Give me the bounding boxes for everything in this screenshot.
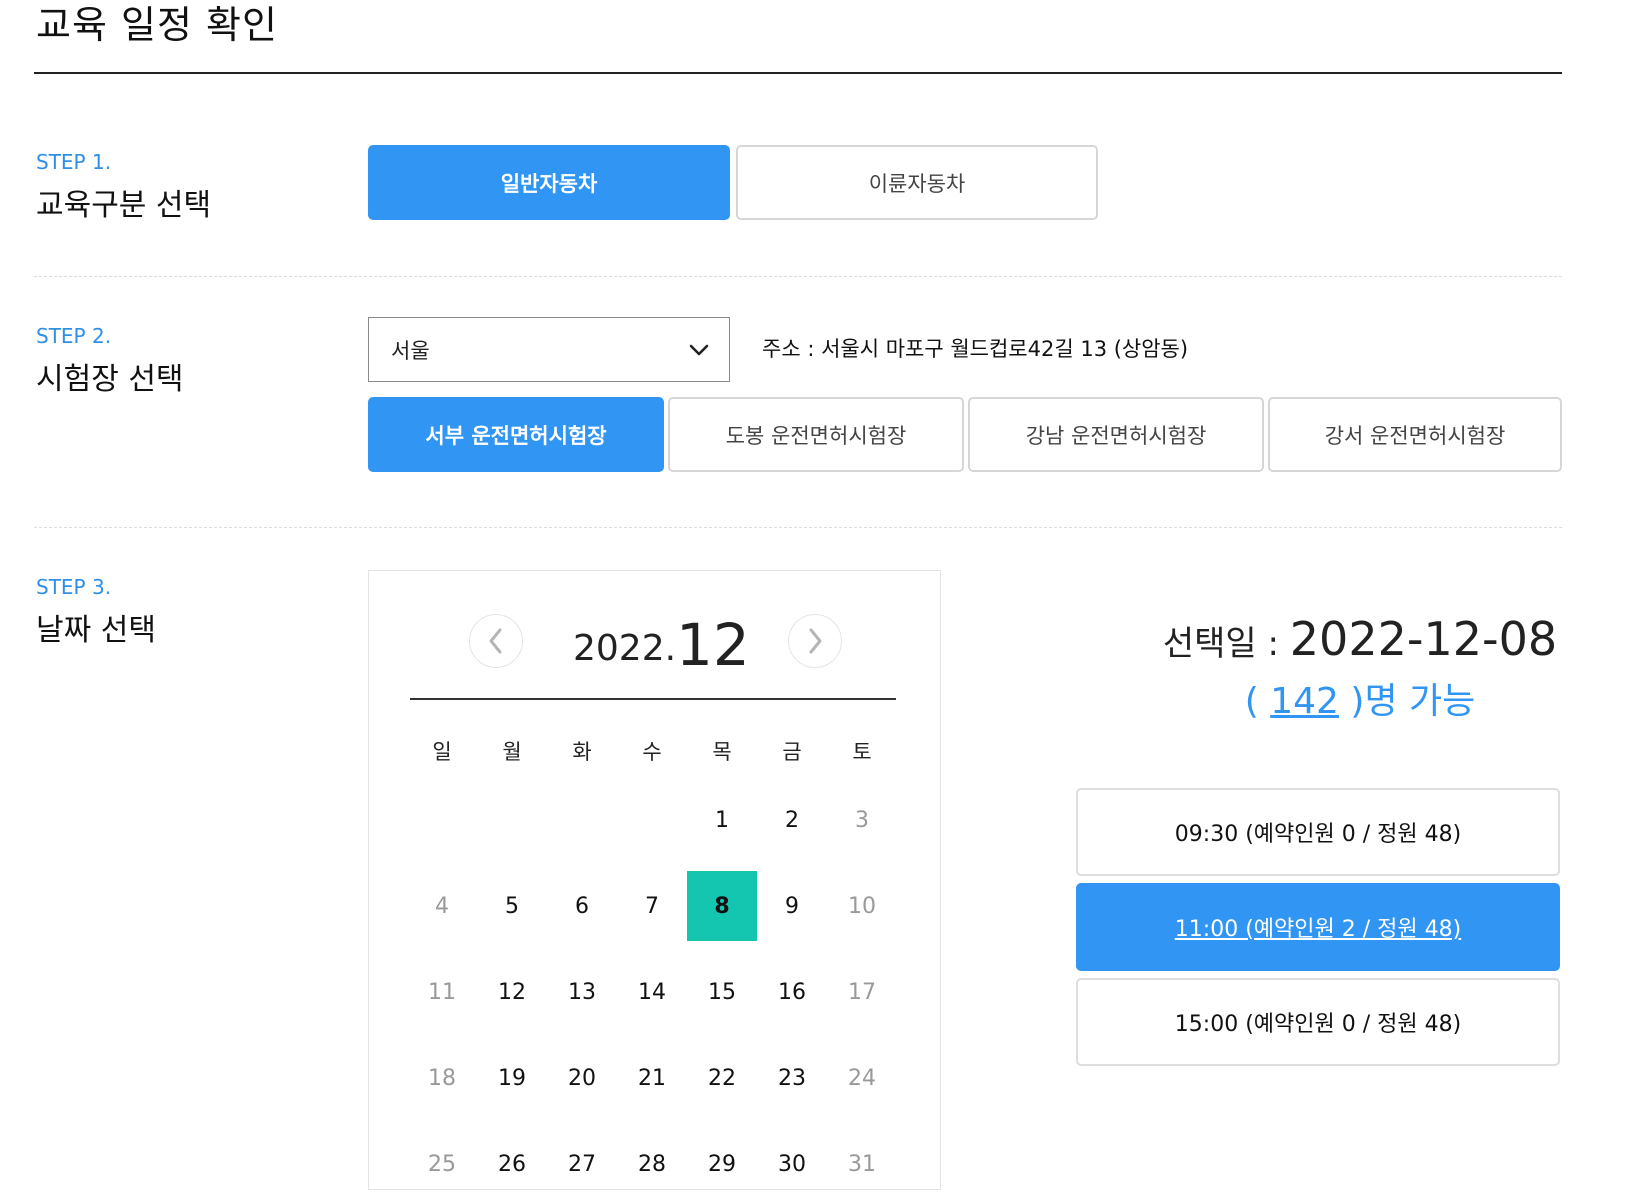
- calendar-day[interactable]: 22: [687, 1043, 757, 1113]
- calendar-day[interactable]: 29: [687, 1129, 757, 1199]
- calendar-day[interactable]: 9: [757, 871, 827, 941]
- step3-label: STEP 3.: [36, 575, 112, 599]
- calendar-day[interactable]: 5: [477, 871, 547, 941]
- calendar-day[interactable]: 23: [757, 1043, 827, 1113]
- availability-open: (: [1244, 681, 1271, 722]
- category-motorcycle-button[interactable]: 이륜자동차: [736, 145, 1098, 220]
- calendar-day[interactable]: 2: [757, 785, 827, 855]
- step2-title: 시험장 선택: [36, 362, 184, 397]
- chevron-right-icon: [809, 628, 822, 654]
- calendar-day[interactable]: 20: [547, 1043, 617, 1113]
- selected-date-label: 선택일 :: [1162, 624, 1290, 664]
- selected-date: 선택일 : 2022-12-08: [1080, 612, 1639, 666]
- weekday-label: 월: [502, 740, 522, 764]
- next-month-button[interactable]: [788, 614, 842, 668]
- calendar-day[interactable]: 7: [617, 871, 687, 941]
- calendar-day[interactable]: 26: [477, 1129, 547, 1199]
- step3-title: 날짜 선택: [36, 613, 156, 648]
- center-gangnam-button[interactable]: 강남 운전면허시험장: [968, 397, 1264, 472]
- availability-count[interactable]: 142: [1270, 681, 1339, 722]
- calendar-day[interactable]: 16: [757, 957, 827, 1027]
- region-select[interactable]: 서울: [368, 317, 730, 382]
- calendar-day[interactable]: 19: [477, 1043, 547, 1113]
- calendar-day[interactable]: 11: [407, 957, 477, 1027]
- region-select-value: 서울: [391, 338, 430, 363]
- chevron-down-icon: [689, 344, 709, 356]
- step2-label: STEP 2.: [36, 324, 112, 348]
- calendar-day[interactable]: 14: [617, 957, 687, 1027]
- calendar-month: 12: [676, 611, 750, 679]
- center-gangseo-button[interactable]: 강서 운전면허시험장: [1268, 397, 1562, 472]
- selected-date-value: 2022-12-08: [1289, 612, 1558, 666]
- time-slot-0930[interactable]: 09:30 (예약인원 0 / 정원 48): [1076, 788, 1560, 876]
- weekday-label: 목: [712, 740, 732, 764]
- calendar-day[interactable]: 28: [617, 1129, 687, 1199]
- section-divider: [34, 276, 1562, 277]
- category-general-car-button[interactable]: 일반자동차: [368, 145, 730, 220]
- calendar-day[interactable]: 3: [827, 785, 897, 855]
- calendar-day[interactable]: 15: [687, 957, 757, 1027]
- weekday-label: 일: [432, 740, 452, 764]
- availability-suffix: )명 가능: [1338, 681, 1476, 722]
- address-text: 주소 : 서울시 마포구 월드컵로42길 13 (상암동): [762, 337, 1189, 361]
- calendar-day[interactable]: 10: [827, 871, 897, 941]
- time-slot-1500[interactable]: 15:00 (예약인원 0 / 정원 48): [1076, 978, 1560, 1066]
- step1-title: 교육구분 선택: [36, 188, 212, 223]
- calendar-day[interactable]: 8: [687, 871, 757, 941]
- time-slot-1100[interactable]: 11:00 (예약인원 2 / 정원 48): [1076, 883, 1560, 971]
- weekday-label: 수: [642, 740, 662, 764]
- section-divider: [34, 527, 1562, 528]
- calendar-day[interactable]: 12: [477, 957, 547, 1027]
- calendar-day[interactable]: 31: [827, 1129, 897, 1199]
- calendar-header-divider: [410, 698, 896, 700]
- calendar-day[interactable]: 4: [407, 871, 477, 941]
- prev-month-button[interactable]: [469, 614, 523, 668]
- calendar-year: 2022.: [573, 628, 677, 669]
- weekday-label: 토: [852, 740, 872, 764]
- calendar-day[interactable]: 17: [827, 957, 897, 1027]
- calendar-day[interactable]: 1: [687, 785, 757, 855]
- chevron-left-icon: [489, 628, 502, 654]
- title-divider: [34, 72, 1562, 74]
- calendar-day[interactable]: 30: [757, 1129, 827, 1199]
- availability: ( 142 )명 가능: [1080, 672, 1639, 724]
- calendar: 2022. 12 일월화수목금토 1 2 3 4 5 6 7 8 9 10 11 12 13 14 15 16…: [368, 570, 941, 1190]
- calendar-day[interactable]: 21: [617, 1043, 687, 1113]
- calendar-day[interactable]: 18: [407, 1043, 477, 1113]
- calendar-day[interactable]: 6: [547, 871, 617, 941]
- center-dobong-button[interactable]: 도봉 운전면허시험장: [668, 397, 964, 472]
- page-title: 교육 일정 확인: [36, 3, 278, 47]
- calendar-day[interactable]: 13: [547, 957, 617, 1027]
- weekday-label: 화: [572, 740, 592, 764]
- step1-label: STEP 1.: [36, 150, 112, 174]
- center-seobu-button[interactable]: 서부 운전면허시험장: [368, 397, 664, 472]
- calendar-day[interactable]: 27: [547, 1129, 617, 1199]
- calendar-day[interactable]: 25: [407, 1129, 477, 1199]
- weekday-label: 금: [782, 740, 802, 764]
- calendar-day[interactable]: 24: [827, 1043, 897, 1113]
